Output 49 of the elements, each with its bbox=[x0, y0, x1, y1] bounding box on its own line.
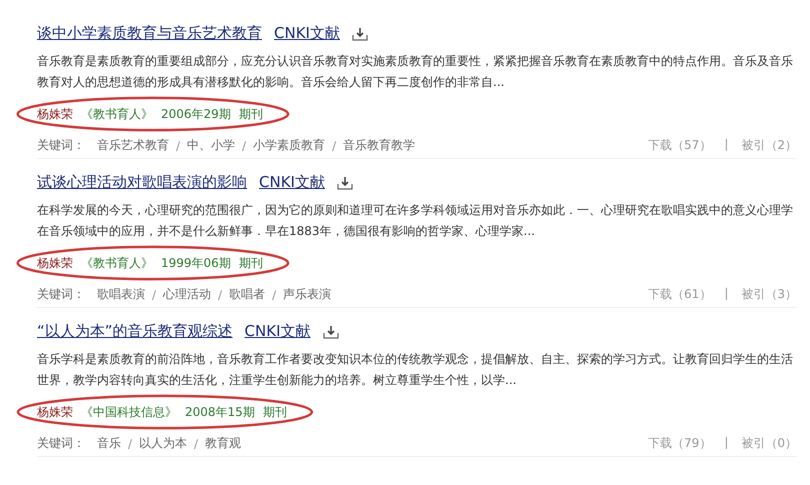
keyword-link[interactable]: 声乐表演 bbox=[283, 286, 332, 303]
download-icon[interactable] bbox=[336, 176, 353, 190]
keyword-separator: / bbox=[194, 436, 198, 450]
keyword-link[interactable]: 中、小学 bbox=[187, 137, 236, 154]
type-text: 期刊 bbox=[262, 404, 287, 421]
keyword-separator: / bbox=[128, 436, 132, 450]
keywords-label: 关键词： bbox=[37, 137, 85, 154]
source-link[interactable]: CNKI文献 bbox=[244, 322, 311, 341]
result-title[interactable]: 试谈心理活动对歌唱表演的影响 bbox=[37, 173, 247, 192]
keyword-link[interactable]: 音乐艺术教育 bbox=[97, 137, 169, 154]
keyword-link[interactable]: 心理活动 bbox=[163, 286, 212, 303]
issue-text: 2008年15期 bbox=[185, 404, 255, 421]
keyword-link[interactable]: 音乐教育教学 bbox=[343, 137, 416, 154]
stat-separator: | bbox=[724, 435, 728, 451]
abstract-text: 在科学发展的今天，心理研究的范围很广，因为它的原则和道理可在许多学科领域运用对音乐亦如此．一、心理研究在歌唱实践中的意义心理学在音乐领域中的应用，并不是什么新鲜事．早在1883年，德国很有影响的哲学家、心理学家... bbox=[37, 202, 794, 240]
keywords-label: 关键词： bbox=[37, 435, 85, 452]
download-icon[interactable] bbox=[322, 324, 339, 338]
type-text: 期刊 bbox=[238, 106, 263, 123]
keywords-label: 关键词： bbox=[37, 286, 85, 303]
keyword-link[interactable]: 歌唱者 bbox=[229, 286, 266, 303]
download-icon[interactable] bbox=[352, 26, 368, 40]
source-link[interactable]: CNKI文献 bbox=[274, 24, 340, 43]
journal-link[interactable]: 《教书育人》 bbox=[81, 254, 153, 272]
issue-text: 1999年06期 bbox=[161, 255, 231, 272]
keyword-link[interactable]: 教育观 bbox=[205, 435, 242, 452]
issue-text: 2006年29期 bbox=[161, 106, 231, 123]
type-text: 期刊 bbox=[238, 255, 263, 272]
result-title[interactable]: “以人为本”的音乐教育观综述 bbox=[37, 322, 233, 341]
stat-separator: | bbox=[724, 137, 728, 153]
keyword-separator: / bbox=[332, 138, 336, 152]
stat-separator: | bbox=[724, 286, 728, 302]
author-link[interactable]: 杨姝荣 bbox=[37, 105, 73, 123]
author-link[interactable]: 杨姝荣 bbox=[37, 403, 73, 421]
result-title[interactable]: 谈中小学素质教育与音乐艺术教育 bbox=[37, 24, 262, 43]
abstract-text: 音乐教育是素质教育的重要组成部分，应充分认识音乐教育对实施素质教育的重要性，紧紧把握音乐教育在素质教育中的特点作用。音乐及音乐教育对人的思想道德的形成具有潜移默化的影响。音乐会给人留下再二度创作的非常自... bbox=[37, 53, 794, 91]
keyword-separator: / bbox=[242, 138, 246, 152]
abstract-text: 音乐学科是素质教育的前沿阵地，音乐教育工作者要改变知识本位的传统教学观念，提倡解放、自主、探索的学习方式。让教育回归学生的生活世界，教学内容转向真实的生活化，注重学生创新能力的培养。树立尊重学生个性，以学... bbox=[37, 351, 794, 389]
keyword-separator: / bbox=[272, 288, 276, 302]
keyword-link[interactable]: 歌唱表演 bbox=[97, 286, 145, 303]
keyword-separator: / bbox=[218, 288, 222, 302]
journal-link[interactable]: 《教书育人》 bbox=[81, 105, 153, 123]
keyword-separator: / bbox=[152, 288, 156, 302]
source-link[interactable]: CNKI文献 bbox=[259, 173, 325, 192]
author-link[interactable]: 杨姝荣 bbox=[37, 254, 73, 272]
keyword-link[interactable]: 音乐 bbox=[97, 435, 121, 452]
keyword-link[interactable]: 以人为本 bbox=[139, 435, 188, 452]
journal-link[interactable]: 《中国科技信息》 bbox=[81, 403, 177, 421]
keyword-link[interactable]: 小学素质教育 bbox=[253, 137, 326, 154]
keyword-separator: / bbox=[176, 138, 180, 152]
